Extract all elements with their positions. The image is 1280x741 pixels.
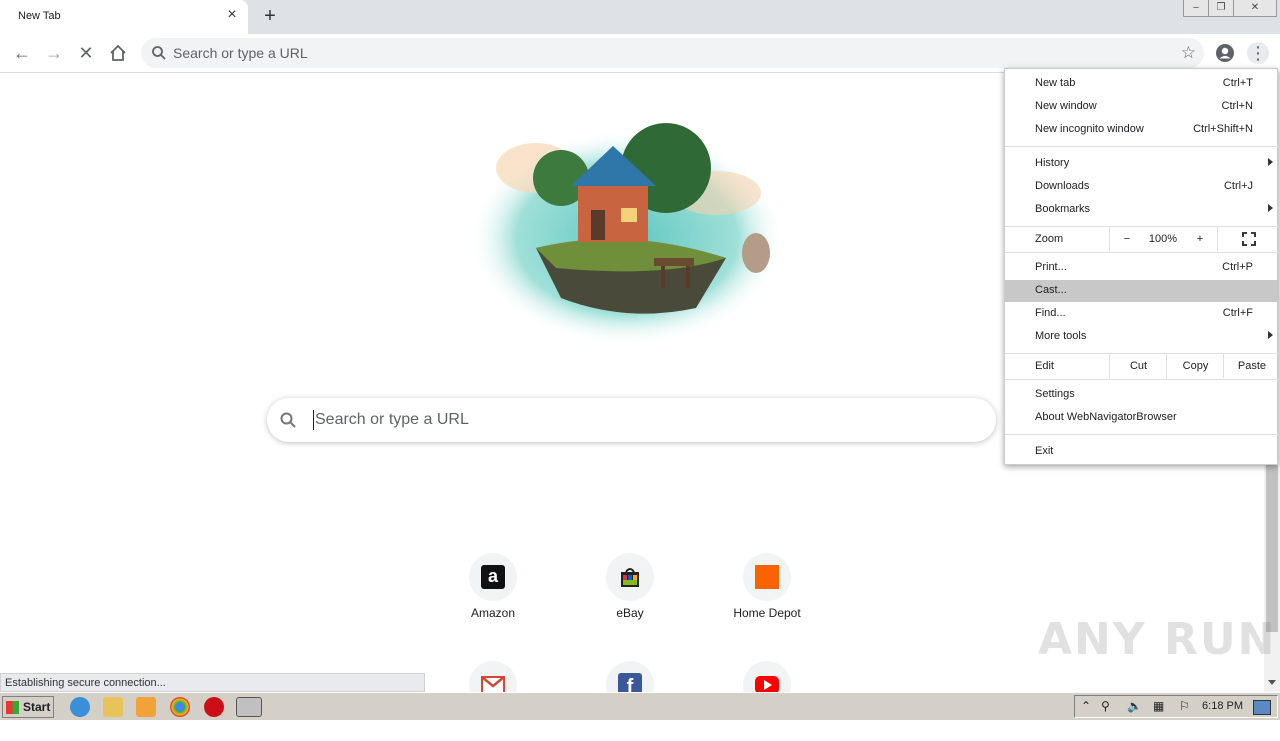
zoom-in-button[interactable]: + [1183, 227, 1217, 251]
hero-illustration [469, 123, 785, 346]
cut-button[interactable]: Cut [1109, 354, 1167, 378]
chrome-icon[interactable] [170, 697, 190, 717]
action-center-flag-icon[interactable]: ⚐ [1179, 699, 1190, 713]
menu-item-new-window[interactable]: New window Ctrl+N [1005, 96, 1279, 118]
restore-button[interactable]: ❐ [1208, 0, 1234, 17]
zoom-out-button[interactable]: − [1109, 227, 1144, 251]
submenu-arrow-icon [1268, 158, 1273, 166]
text-caret [313, 410, 314, 430]
minimize-button[interactable]: – [1183, 0, 1209, 17]
show-hidden-icons-icon[interactable]: ⌃ [1081, 699, 1091, 713]
fullscreen-icon [1242, 232, 1256, 246]
home-button[interactable] [107, 42, 129, 64]
watermark-logo: ANY RUN [1038, 614, 1277, 665]
internet-explorer-icon[interactable] [70, 697, 90, 717]
paste-button[interactable]: Paste [1223, 354, 1280, 378]
system-tray: ⌃ ⚲ 🔈 ▦ ⚐ 6:18 PM [1074, 695, 1278, 718]
menu-item-downloads[interactable]: Downloads Ctrl+J [1005, 176, 1279, 198]
menu-row-zoom: Zoom − 100% + [1005, 227, 1279, 251]
menu-item-history[interactable]: History [1005, 153, 1279, 175]
menu-item-cast[interactable]: Cast... [1005, 280, 1279, 302]
menu-button[interactable]: ⋮ [1247, 42, 1269, 64]
close-tab-icon[interactable]: × [224, 7, 240, 23]
menu-item-bookmarks[interactable]: Bookmarks [1005, 199, 1279, 221]
search-icon [280, 412, 296, 428]
scroll-thumb[interactable] [1266, 444, 1278, 632]
volume-icon[interactable]: 🔈 [1127, 699, 1142, 713]
scroll-down-icon[interactable] [1268, 680, 1276, 685]
home-icon [110, 44, 126, 61]
omnibox[interactable]: Search or type a URL ☆ [141, 38, 1204, 68]
menu-item-new-incognito[interactable]: New incognito window Ctrl+Shift+N [1005, 119, 1279, 141]
menu-item-new-tab[interactable]: New tab Ctrl+T [1005, 73, 1279, 95]
tile-label: Home Depot [733, 606, 801, 620]
tile-label: Amazon [470, 606, 516, 620]
tab-new-tab[interactable]: New Tab × [0, 0, 248, 34]
search-icon[interactable]: ⚲ [1101, 699, 1110, 713]
back-button[interactable]: ← [11, 42, 33, 64]
taskbar: Start ⌃ ⚲ 🔈 ▦ ⚐ 6:18 PM [0, 692, 1280, 720]
opera-icon[interactable] [204, 697, 224, 717]
menu-item-print[interactable]: Print... Ctrl+P [1005, 257, 1279, 279]
amazon-icon: a [469, 553, 517, 601]
webnavigator-taskbar-icon[interactable] [236, 697, 262, 717]
new-tab-button[interactable]: + [260, 6, 280, 26]
start-button[interactable]: Start [2, 696, 54, 718]
media-player-icon[interactable] [136, 697, 156, 717]
tile-ebay[interactable]: eBay [574, 553, 686, 633]
status-bubble: Establishing secure connection... [0, 673, 425, 692]
menu-separator [1005, 379, 1279, 380]
bookmark-star-icon[interactable]: ☆ [1181, 43, 1196, 63]
windows-logo-icon [6, 701, 19, 714]
network-icon[interactable]: ▦ [1153, 699, 1164, 713]
tile-home-depot[interactable]: Home Depot [711, 553, 823, 633]
stop-loading-button[interactable]: ✕ [75, 42, 97, 64]
account-icon [1216, 44, 1234, 62]
ntp-search-input[interactable]: Search or type a URL [315, 411, 469, 429]
menu-separator [1005, 146, 1279, 147]
show-desktop-icon[interactable] [1253, 700, 1271, 715]
ebay-icon [606, 553, 654, 601]
submenu-arrow-icon [1268, 331, 1273, 339]
menu-separator [1005, 252, 1279, 253]
file-explorer-icon[interactable] [103, 697, 123, 717]
copy-button[interactable]: Copy [1166, 354, 1224, 378]
menu-separator [1005, 434, 1279, 435]
menu-item-settings[interactable]: Settings [1005, 384, 1279, 406]
submenu-arrow-icon [1268, 204, 1273, 212]
fullscreen-button[interactable] [1217, 227, 1280, 251]
menu-item-more-tools[interactable]: More tools [1005, 326, 1279, 348]
clock: 6:18 PM [1202, 700, 1243, 712]
omnibox-input[interactable]: Search or type a URL [173, 45, 308, 61]
tile-label: eBay [616, 606, 644, 620]
profile-button[interactable] [1214, 42, 1236, 64]
menu-item-exit[interactable]: Exit [1005, 441, 1279, 463]
home-depot-icon [743, 553, 791, 601]
tab-strip: New Tab × + – ❐ ✕ [0, 0, 1280, 34]
zoom-level: 100% [1148, 233, 1178, 245]
tile-amazon[interactable]: a Amazon [437, 553, 549, 633]
menu-row-edit: Edit Cut Copy Paste [1005, 354, 1279, 378]
forward-button[interactable]: → [43, 42, 65, 64]
ntp-search-box[interactable]: Search or type a URL [267, 398, 996, 442]
menu-item-find[interactable]: Find... Ctrl+F [1005, 303, 1279, 325]
menu-item-about[interactable]: About WebNavigatorBrowser [1005, 407, 1279, 429]
browser-menu: New tab Ctrl+T New window Ctrl+N New inc… [1004, 68, 1279, 465]
tab-title: New Tab [18, 10, 61, 22]
close-window-button[interactable]: ✕ [1233, 0, 1277, 17]
search-icon [152, 46, 166, 60]
start-label: Start [23, 700, 51, 714]
